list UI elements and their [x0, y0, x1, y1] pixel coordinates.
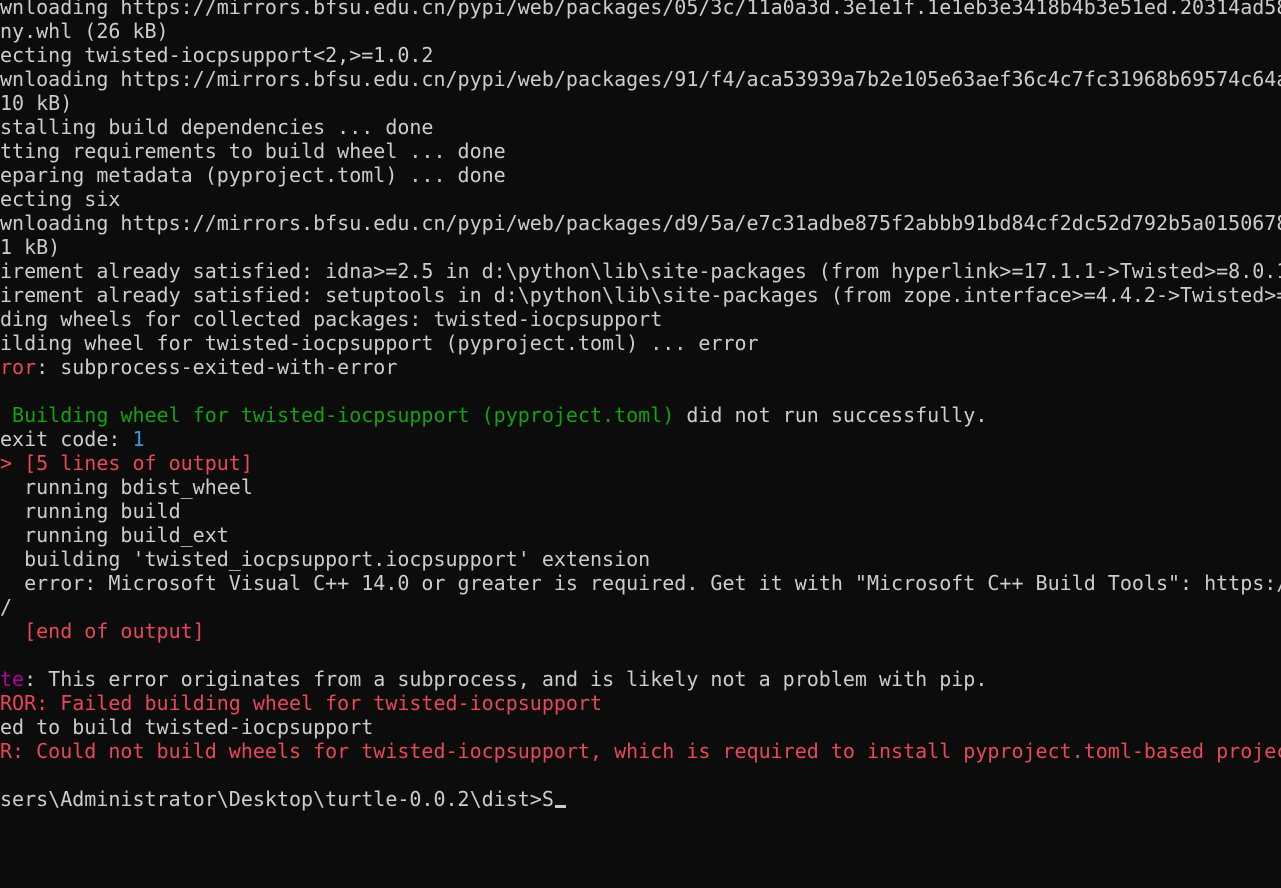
terminal-line: ROR: Failed building wheel for twisted-i… [0, 691, 602, 715]
terminal-text-segment: 1 kB) [0, 235, 61, 259]
terminal-text-segment: tting requirements to build wheel ... do… [0, 139, 506, 163]
terminal-text-segment: ror [0, 355, 37, 379]
terminal-text-segment: running build_ext [0, 523, 229, 547]
terminal-line: ilding wheel for twisted-iocpsupport (py… [0, 331, 759, 355]
terminal-line: 10 kB) [0, 91, 72, 115]
terminal-line: irement already satisfied: setuptools in… [0, 283, 1281, 307]
text-cursor [554, 805, 566, 808]
terminal-line: ding wheels for collected packages: twis… [0, 307, 662, 331]
terminal-line: Building wheel for twisted-iocpsupport (… [0, 403, 987, 427]
terminal-text-segment: wnloading https://mirrors.bfsu.edu.cn/py… [0, 211, 1281, 235]
terminal-text-segment: did not run successfully. [674, 403, 988, 427]
terminal-line: > [5 lines of output] [0, 451, 253, 475]
terminal-text-segment: [end of output] [0, 619, 205, 643]
terminal-line: ecting six [0, 187, 120, 211]
terminal-text-segment: irement already satisfied: idna>=2.5 in … [0, 259, 1281, 283]
terminal-line: R: Could not build wheels for twisted-io… [0, 739, 1281, 763]
terminal-line: running bdist_wheel [0, 475, 253, 499]
terminal-text-segment: ecting six [0, 187, 121, 211]
terminal-line: ny.whl (26 kB) [0, 19, 169, 43]
terminal-line: exit code: 1 [0, 427, 145, 451]
terminal-line: error: Microsoft Visual C++ 14.0 or grea… [0, 571, 1281, 595]
terminal-line: wnloading https://mirrors.bfsu.edu.cn/py… [0, 67, 1281, 91]
terminal-line: ror: subprocess-exited-with-error [0, 355, 397, 379]
terminal-text-segment: sers\Administrator\Desktop\turtle-0.0.2\… [0, 787, 554, 811]
terminal-line: te: This error originates from a subproc… [0, 667, 987, 691]
terminal-text-segment: Building wheel for twisted-iocpsupport (… [0, 403, 675, 427]
terminal-line: eparing metadata (pyproject.toml) ... do… [0, 163, 506, 187]
terminal-text-segment: wnloading https://mirrors.bfsu.edu.cn/py… [0, 0, 1281, 19]
terminal-text-segment: : subprocess-exited-with-error [36, 355, 398, 379]
terminal-line: sers\Administrator\Desktop\turtle-0.0.2\… [0, 787, 566, 811]
terminal-text-segment: > [5 lines of output] [0, 451, 253, 475]
terminal-line: stalling build dependencies ... done [0, 115, 433, 139]
terminal-line: tting requirements to build wheel ... do… [0, 139, 506, 163]
terminal-text-segment: ilding wheel for twisted-iocpsupport (py… [0, 331, 759, 355]
terminal-text-segment: 10 kB) [0, 91, 73, 115]
terminal-text-segment: ROR: Failed building wheel for twisted-i… [0, 691, 603, 715]
terminal-text-segment: ecting twisted-iocpsupport<2,>=1.0.2 [0, 43, 434, 67]
terminal-text-segment: ny.whl (26 kB) [0, 19, 169, 43]
terminal-text-segment: stalling build dependencies ... done [0, 115, 434, 139]
terminal-line: 1 kB) [0, 235, 60, 259]
terminal-line: ed to build twisted-iocpsupport [0, 715, 373, 739]
terminal-text-segment: exit code: [0, 427, 133, 451]
terminal-text-segment: error: Microsoft Visual C++ 14.0 or grea… [0, 571, 1281, 595]
terminal-text-segment: building 'twisted_iocpsupport.iocpsuppor… [0, 547, 651, 571]
terminal-text-segment: wnloading https://mirrors.bfsu.edu.cn/py… [0, 67, 1281, 91]
terminal-text-segment: : This error originates from a subproces… [24, 667, 988, 691]
terminal-line: wnloading https://mirrors.bfsu.edu.cn/py… [0, 211, 1281, 235]
terminal-text-segment: irement already satisfied: setuptools in… [0, 283, 1281, 307]
terminal-text-segment: 1 [132, 427, 145, 451]
terminal-line: [end of output] [0, 619, 205, 643]
terminal-text-segment: ed to build twisted-iocpsupport [0, 715, 374, 739]
terminal-text-segment: eparing metadata (pyproject.toml) ... do… [0, 163, 506, 187]
terminal-text-segment: ding wheels for collected packages: twis… [0, 307, 663, 331]
terminal-text-segment: te [0, 667, 25, 691]
terminal-text-segment: running bdist_wheel [0, 475, 253, 499]
terminal-text-segment: R: Could not build wheels for twisted-io… [0, 739, 1281, 763]
terminal-output[interactable]: wnloading https://mirrors.bfsu.edu.cn/py… [0, 0, 1281, 888]
terminal-text-segment: running build [0, 499, 181, 523]
terminal-line: irement already satisfied: idna>=2.5 in … [0, 259, 1281, 283]
terminal-line: running build_ext [0, 523, 229, 547]
terminal-line: running build [0, 499, 181, 523]
terminal-line: / [0, 595, 12, 619]
terminal-text-segment: / [0, 595, 13, 619]
terminal-line: ecting twisted-iocpsupport<2,>=1.0.2 [0, 43, 433, 67]
terminal-line: building 'twisted_iocpsupport.iocpsuppor… [0, 547, 650, 571]
terminal-line: wnloading https://mirrors.bfsu.edu.cn/py… [0, 0, 1281, 19]
